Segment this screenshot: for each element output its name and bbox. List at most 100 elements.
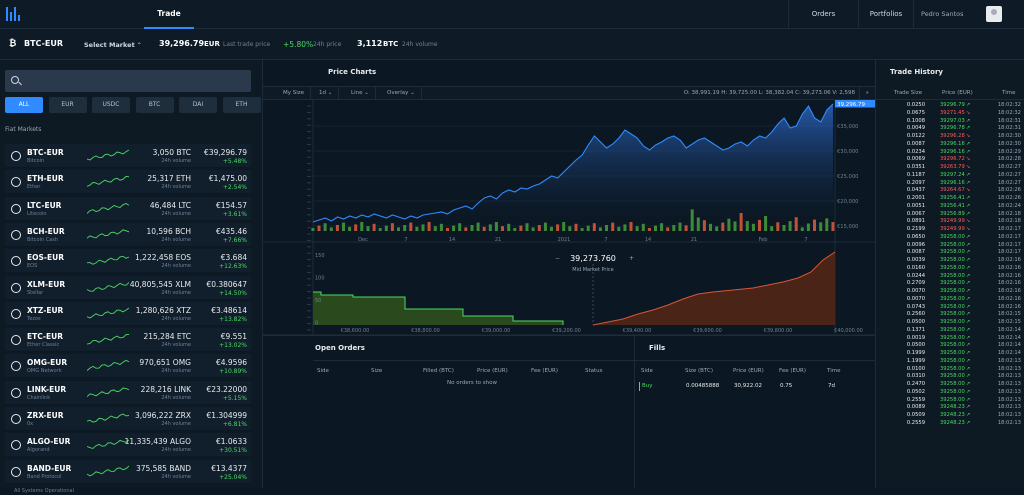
trade-size: 0.0234 — [906, 148, 925, 155]
arrow-up-icon: ↗ — [966, 303, 971, 310]
trade-time: 18:02:16 — [997, 272, 1021, 279]
trade-size: 0.0250 — [906, 102, 925, 108]
market-change: +13.02% — [219, 342, 247, 350]
filter-all[interactable]: ALL — [5, 97, 43, 113]
volume-bar — [770, 226, 774, 231]
volume-bar — [342, 222, 345, 231]
market-row[interactable]: BCH-EUR Bitcoin Cash 10,596 BCH 24h volume €… — [5, 222, 251, 247]
volume-bar — [446, 228, 449, 231]
volume-bar — [764, 216, 768, 231]
market-volume: 25,317 ETH — [147, 174, 191, 184]
market-row[interactable]: OMG-EUR OMG Network 970,651 OMG 24h volume €… — [5, 354, 251, 379]
market-price: €9.551 — [220, 332, 247, 342]
ether-icon — [11, 177, 21, 188]
col-trade-size: Trade Size — [894, 90, 923, 96]
market-row[interactable]: ETC-EUR Ether Classic 215,284 ETC 24h volum… — [5, 328, 251, 353]
trade-price: 39258.00 — [940, 334, 965, 341]
trade-time: 18:02:32 — [997, 109, 1021, 116]
x-tick-label: 14 — [449, 237, 455, 243]
trade-time: 18:02:13 — [997, 412, 1021, 418]
market-price: €1,475.00 — [208, 174, 247, 184]
depth-x-label: €40,000.00 — [834, 328, 863, 334]
trade-size: 0.2001 — [906, 195, 925, 201]
filter-usdc[interactable]: USDC — [92, 97, 130, 113]
trade-time: 18:02:16 — [997, 257, 1021, 263]
market-row[interactable]: BAND-EUR Band Protocol 375,585 BAND 24h vol… — [5, 459, 251, 484]
fills-title: Fills — [649, 344, 666, 352]
market-row[interactable]: LINK-EUR Chainlink 228,216 LINK 24h volume €… — [5, 380, 251, 405]
interval-select[interactable]: 1d ⌄ — [313, 87, 340, 100]
x-tick-label: 7 — [404, 237, 407, 243]
volume-bar — [354, 224, 358, 231]
trade-size: 0.0160 — [906, 264, 925, 271]
fills-col: Size (BTC) — [685, 368, 713, 374]
trade-time: 18:02:29 — [997, 148, 1021, 155]
volume-bar — [758, 219, 761, 231]
market-volume-label: 24h volume — [161, 158, 191, 164]
trade-price: 39258.00 — [940, 264, 965, 271]
volume-bar — [488, 224, 492, 231]
market-row[interactable]: ALGO-EUR Algorand 11,335,439 ALGO 24h volum… — [5, 433, 251, 458]
market-row[interactable]: EOS-EUR EOS 1,222,458 EOS 24h volume €3.684 +… — [5, 249, 251, 274]
volume-bar — [580, 228, 584, 231]
user-name[interactable]: Pedro Santos — [921, 0, 964, 29]
trade-size: 0.2560 — [906, 311, 925, 318]
chart-title: Price Charts — [328, 68, 377, 76]
avatar[interactable] — [986, 6, 1002, 22]
expand-icon[interactable]: » — [858, 87, 875, 100]
volume-bar — [323, 223, 327, 231]
overlay-select[interactable]: Overlay ⌄ — [381, 87, 422, 100]
last-price-currency: EUR — [204, 40, 220, 48]
mid-price: 39,273.760 — [570, 254, 616, 263]
filter-eur[interactable]: EUR — [48, 97, 87, 113]
fills-col: Time — [827, 368, 841, 374]
sparkline — [87, 176, 129, 188]
tab-trade[interactable]: Trade — [144, 0, 194, 29]
nav-portfolios[interactable]: Portfolios — [858, 0, 913, 29]
depth-x-label: €39,000.00 — [482, 328, 511, 334]
arrow-up-icon: ↗ — [966, 257, 971, 263]
trade-size: 0.0089 — [906, 404, 925, 411]
market-pair: EOS-EUR — [27, 253, 65, 263]
market-name: Band Protocol — [27, 473, 62, 480]
market-volume-label: 24h volume — [161, 263, 191, 270]
nav-orders[interactable]: Orders — [788, 0, 858, 29]
trade-time: 18:02:28 — [997, 156, 1021, 163]
filter-dai[interactable]: DAI — [179, 97, 217, 113]
select-market-button[interactable]: Select Market ⌃ — [84, 41, 142, 49]
filter-eth[interactable]: ETH — [222, 97, 261, 113]
depth-x-label: €39,800.00 — [764, 328, 793, 334]
trade-size: 0.0500 — [906, 342, 925, 349]
market-row[interactable]: ZRX-EUR 0x 3,096,222 ZRX 24h volume €1.30499… — [5, 407, 251, 431]
price-chart[interactable]: €35,000 €30,000 €25,000 €20,000 €15,000 39,29… — [263, 100, 875, 335]
trade-size: 0.0351 — [906, 164, 925, 170]
arrow-up-icon: ↗ — [966, 140, 971, 147]
market-row[interactable]: LTC-EUR Litecoin 46,484 LTC 24h volume €154.… — [5, 196, 251, 221]
fill-row[interactable]: Buy 0.00485888 30,922.02 0.75 7d — [639, 382, 875, 391]
volume-bar — [458, 223, 462, 231]
market-row[interactable]: BTC-EUR Bitcoin 3,050 BTC 24h volume €39,296… — [5, 144, 251, 168]
bitcoin-cash-icon — [11, 229, 21, 240]
volume-bar — [586, 225, 590, 231]
search-input[interactable] — [5, 70, 251, 92]
volume-bar — [647, 228, 651, 231]
trade-time: 18:02:26 — [997, 187, 1021, 194]
market-volume-label: 24h volume — [161, 421, 191, 427]
logo-icon[interactable] — [6, 7, 20, 21]
sparkline-line — [87, 149, 129, 161]
chart-type-select[interactable]: Line ⌄ — [345, 87, 376, 100]
size-button[interactable]: My Size — [277, 87, 312, 100]
market-name: Tezos — [27, 315, 41, 322]
depth-y-label: 150 — [315, 253, 325, 259]
trade-row: 0.0087 39296.16 ↗ 18:02:30 — [876, 141, 1024, 149]
market-name: Ether — [27, 184, 41, 191]
depth-y-label: 50 — [315, 298, 321, 304]
trade-price: 39258.00 — [940, 233, 965, 240]
market-row[interactable]: ETH-EUR Ether 25,317 ETH 24h volume €1,475.0… — [5, 170, 251, 195]
market-name: 0x — [27, 421, 34, 427]
market-row[interactable]: XTZ-EUR Tezos 1,280,626 XTZ 24h volume €3.48… — [5, 301, 251, 326]
filter-btc[interactable]: BTC — [135, 97, 174, 113]
trade-time: 18:02:27 — [997, 171, 1021, 178]
market-row[interactable]: XLM-EUR Stellar 40,805,545 XLM 24h volume €0… — [5, 275, 251, 300]
last-price: 39,296.79 — [159, 39, 205, 48]
